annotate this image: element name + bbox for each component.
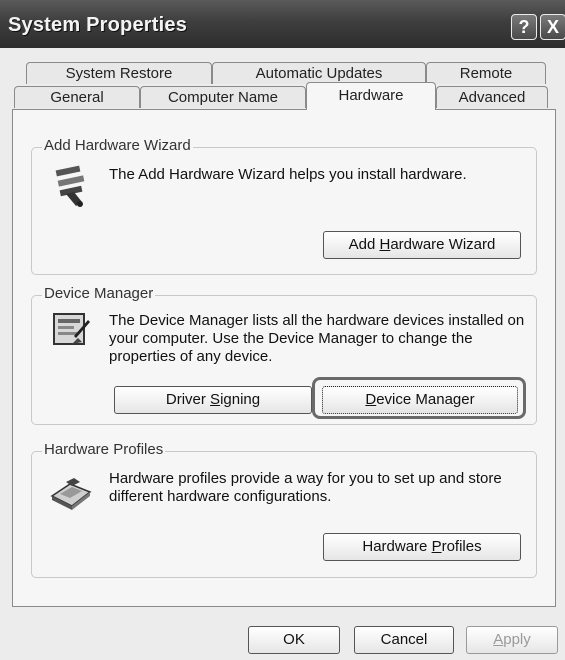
tab-system-restore[interactable]: System Restore xyxy=(26,62,212,84)
apply-button[interactable]: Apply xyxy=(466,626,558,654)
tab-label: Remote xyxy=(459,65,513,82)
button-label-key: S xyxy=(210,391,221,408)
group-title: Add Hardware Wizard xyxy=(42,137,193,154)
tab-hardware[interactable]: Hardware xyxy=(306,82,436,110)
button-label: Cancel xyxy=(380,631,428,648)
tab-automatic-updates[interactable]: Automatic Updates xyxy=(212,62,426,84)
system-properties-window: System Properties ? X System Restore Aut… xyxy=(0,0,565,660)
button-label-pre: Hardware xyxy=(362,538,432,555)
add-hardware-wizard-button[interactable]: Add Hardware Wizard xyxy=(323,231,521,259)
group-description: The Add Hardware Wizard helps you instal… xyxy=(109,166,467,183)
tab-label: Computer Name xyxy=(167,89,279,106)
button-label-post: rofiles xyxy=(441,538,482,555)
tab-computer-name[interactable]: Computer Name xyxy=(140,86,306,108)
tab-label: System Restore xyxy=(65,65,173,82)
button-label-post: ardware Wizard xyxy=(390,236,496,253)
close-icon: X xyxy=(546,16,559,37)
device-manager-highlight-ring xyxy=(312,377,526,419)
tab-label: Automatic Updates xyxy=(255,65,383,82)
tab-general[interactable]: General xyxy=(14,86,140,108)
button-label-key: P xyxy=(431,538,442,555)
button-label: OK xyxy=(283,631,305,648)
button-label-pre: Driver xyxy=(165,391,211,408)
driver-signing-button[interactable]: Driver Signing xyxy=(114,386,312,414)
help-button[interactable]: ? xyxy=(511,14,537,40)
close-button[interactable]: X xyxy=(540,14,565,40)
button-label-key: H xyxy=(379,236,391,253)
group-description: The Device Manager lists all the hardwar… xyxy=(109,312,525,365)
tab-advanced[interactable]: Advanced xyxy=(436,86,548,108)
help-icon: ? xyxy=(518,16,530,37)
group-title: Device Manager xyxy=(42,285,156,302)
tab-label: Hardware xyxy=(338,87,404,104)
tab-label: Advanced xyxy=(458,89,526,106)
title-bar[interactable]: System Properties ? X xyxy=(0,0,565,48)
cancel-button[interactable]: Cancel xyxy=(354,626,454,654)
hardware-profiles-icon xyxy=(50,478,92,510)
group-description: Hardware profiles provide a way for you … xyxy=(109,470,502,505)
hardware-profiles-button[interactable]: Hardware Profiles xyxy=(323,533,521,561)
button-label-post: igning xyxy=(220,391,261,408)
ok-button[interactable]: OK xyxy=(248,626,340,654)
group-title: Hardware Profiles xyxy=(42,441,166,458)
add-hardware-group: Add Hardware Wizard The Add Hardware Wiz… xyxy=(31,137,537,275)
device-manager-icon xyxy=(53,313,90,345)
hardware-profiles-group: Hardware Profiles Hardware profiles prov… xyxy=(31,441,537,578)
add-hardware-icon xyxy=(55,165,85,207)
window-title: System Properties xyxy=(8,14,188,36)
button-label-post: pply xyxy=(503,631,531,648)
tab-remote[interactable]: Remote xyxy=(426,62,546,84)
button-label-pre: Add xyxy=(348,236,380,253)
tab-label: General xyxy=(50,89,104,106)
button-label-key: A xyxy=(493,631,504,648)
